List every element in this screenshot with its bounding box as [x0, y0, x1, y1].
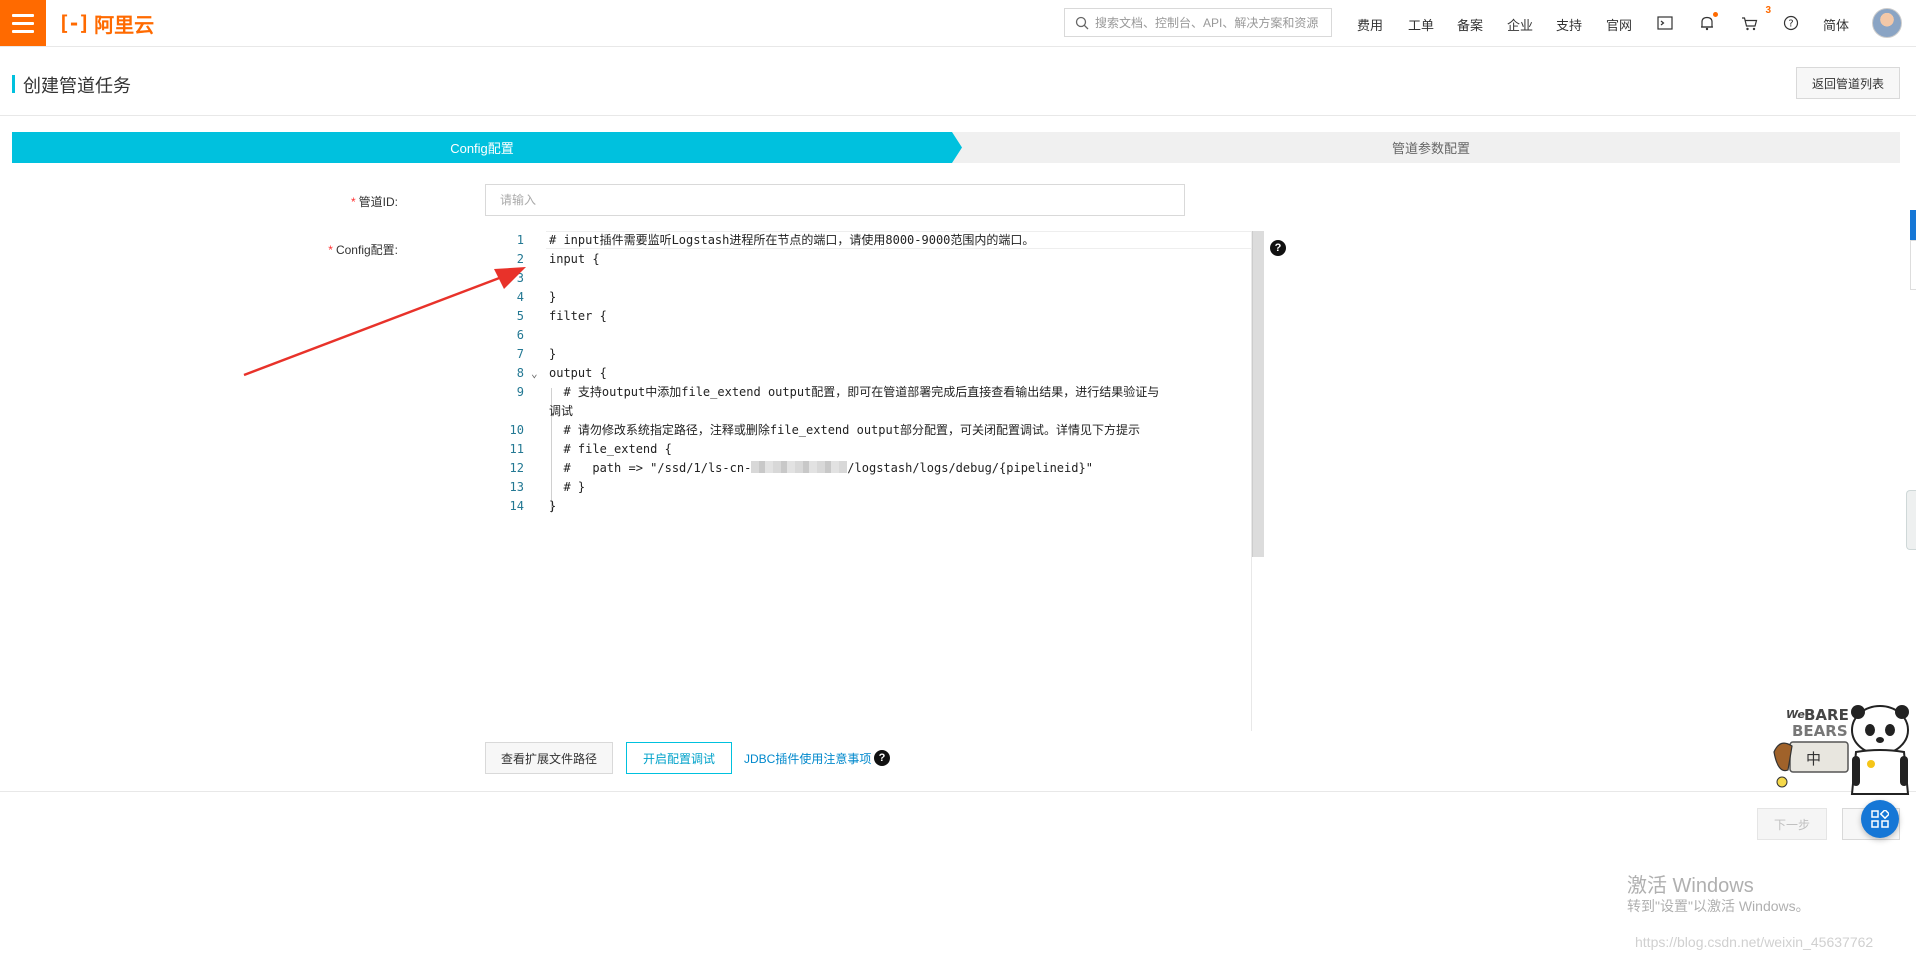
menu-line	[12, 29, 34, 33]
line-text: # 支持output中添加file_extend output配置，即可在管道部…	[549, 385, 1160, 399]
pipeline-id-label-text: 管道ID:	[358, 195, 398, 209]
view-extend-file-path-button[interactable]: 查看扩展文件路径	[485, 742, 613, 774]
path-prefix: # path => "/ssd/1/ls-cn-	[549, 461, 752, 475]
next-step-button[interactable]: 下一步	[1757, 808, 1827, 840]
line-number: 10	[509, 423, 524, 437]
line-text: # path => "/ssd/1/ls-cn- /logstash/logs/d…	[549, 459, 1093, 478]
line-text: # 请勿修改系统指定路径，注释或删除file_extend output部分配置…	[549, 423, 1140, 437]
help-circle-icon[interactable]: ?	[1781, 13, 1801, 33]
global-search[interactable]	[1064, 8, 1332, 37]
jdbc-notes-link[interactable]: JDBC插件使用注意事项	[744, 750, 871, 767]
editor-scrollbar[interactable]	[1252, 231, 1264, 557]
footer-divider	[0, 791, 1916, 792]
line-number: 9	[516, 385, 524, 399]
notification-dot	[1713, 12, 1718, 17]
line-text: # }	[549, 480, 586, 494]
side-panel-tab[interactable]	[1910, 210, 1916, 240]
line-number: 11	[509, 442, 524, 456]
line-text: }	[549, 290, 557, 304]
aliyun-logo[interactable]: [-] 阿里云	[58, 11, 155, 37]
line-text: input {	[549, 252, 600, 266]
hamburger-menu-button[interactable]	[0, 0, 46, 46]
title-accent-bar	[12, 75, 15, 93]
app-grid-floating-button[interactable]	[1861, 800, 1899, 838]
aliyun-logo-icon: [-]	[58, 11, 90, 35]
top-navigation-bar: [-] 阿里云 费用 工单 备案 企业 支持 官网 3 ? 简体	[0, 0, 1916, 47]
pipeline-id-input[interactable]	[485, 184, 1185, 216]
apps-grid-icon	[1871, 810, 1889, 828]
line-text: filter {	[549, 309, 607, 323]
language-switch[interactable]: 简体	[1823, 15, 1849, 34]
terminal-icon[interactable]	[1655, 13, 1675, 33]
line-text: # file_extend {	[549, 442, 672, 456]
nav-support[interactable]: 支持	[1556, 15, 1582, 34]
svg-text:?: ?	[1788, 19, 1793, 30]
line-text: # input插件需要监听Logstash进程所在节点的端口，请使用8000-9…	[549, 233, 1035, 247]
jdbc-help-icon[interactable]: ?	[874, 750, 890, 766]
line-number: 12	[509, 461, 524, 475]
sticker-brand-we: We	[1786, 708, 1805, 721]
menu-line	[12, 21, 34, 25]
line-text: }	[549, 347, 557, 361]
brand-name: 阿里云	[94, 14, 155, 37]
side-panel-tab[interactable]	[1910, 240, 1916, 290]
pipeline-id-label: * 管道ID:	[198, 193, 398, 210]
sticker-brand-bears: BEARS	[1792, 722, 1848, 740]
menu-line	[12, 13, 34, 17]
cart-icon[interactable]: 3	[1739, 5, 1771, 33]
nav-icp[interactable]: 备案	[1457, 15, 1483, 34]
user-avatar[interactable]	[1872, 8, 1902, 38]
search-icon	[1075, 16, 1089, 29]
windows-activation-title: 激活 Windows	[1627, 875, 1754, 897]
editor-surface[interactable]	[486, 231, 1252, 731]
page-header: 创建管道任务 返回管道列表	[0, 48, 1916, 116]
search-input[interactable]	[1095, 15, 1325, 30]
line-text: 调试	[549, 404, 574, 418]
step-pipeline-params[interactable]: 管道参数配置	[962, 132, 1900, 163]
path-suffix: /logstash/logs/debug/{pipelineid}"	[847, 461, 1093, 475]
nav-enterprise[interactable]: 企业	[1507, 15, 1533, 34]
nav-official-site[interactable]: 官网	[1606, 15, 1632, 34]
cart-count-badge: 3	[1765, 5, 1771, 16]
side-feedback-tab[interactable]	[1906, 490, 1916, 550]
nav-billing[interactable]: 费用	[1357, 15, 1383, 34]
config-code-editor[interactable]: 1 # input插件需要监听Logstash进程所在节点的端口，请使用8000-…	[485, 231, 1264, 731]
back-to-pipeline-list-button[interactable]: 返回管道列表	[1796, 67, 1900, 99]
redacted-instance-id	[751, 461, 848, 473]
bell-icon[interactable]	[1697, 12, 1718, 33]
sticker-sign-text: 中	[1806, 750, 1821, 768]
line-text: }	[549, 499, 557, 513]
page-title: 创建管道任务	[23, 76, 131, 96]
required-asterisk: *	[350, 195, 356, 209]
config-help-icon[interactable]: ?	[1270, 240, 1286, 256]
line-number: 1	[516, 233, 524, 247]
line-text: output {	[549, 366, 607, 380]
line-number: 13	[509, 480, 524, 494]
csdn-watermark: https://blog.csdn.net/weixin_45637762	[1635, 934, 1874, 950]
nav-tickets[interactable]: 工单	[1408, 15, 1434, 34]
enable-config-debug-button[interactable]: 开启配置调试	[626, 742, 732, 774]
wizard-steps: Config配置 管道参数配置	[12, 132, 1900, 163]
we-bare-bears-sticker: We BARE BEARS 中	[1773, 705, 1910, 795]
step-config[interactable]: Config配置	[12, 132, 962, 163]
annotation-arrow	[243, 267, 526, 377]
line-number: 14	[509, 499, 524, 513]
windows-activation-subtitle: 转到"设置"以激活 Windows。	[1627, 898, 1810, 914]
